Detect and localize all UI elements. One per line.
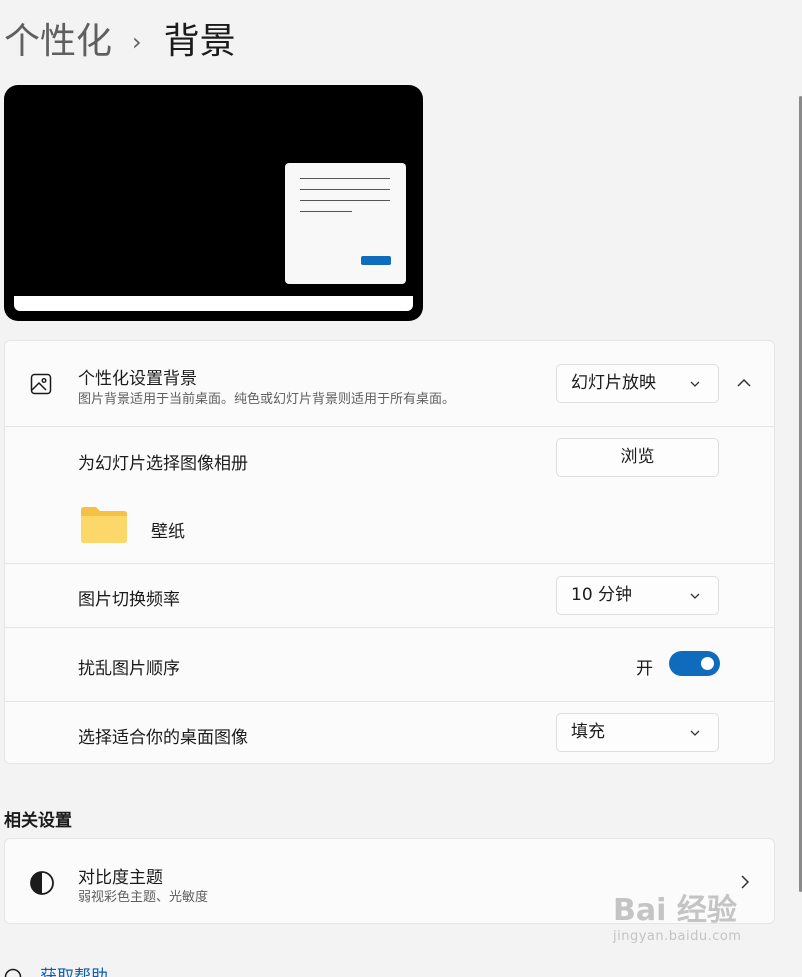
shuffle-state-text: 开 bbox=[636, 659, 653, 679]
desktop-preview bbox=[4, 85, 423, 321]
interval-label: 图片切换频率 bbox=[78, 590, 180, 610]
album-row: 为幻灯片选择图像相册 浏览 壁纸 bbox=[5, 426, 774, 563]
personalize-background-title: 个性化设置背景 bbox=[78, 369, 197, 389]
chevron-down-icon bbox=[690, 730, 700, 736]
preview-window-line bbox=[300, 211, 352, 212]
preview-window-button bbox=[361, 256, 391, 265]
shuffle-label: 扰乱图片顺序 bbox=[78, 659, 180, 679]
preview-window bbox=[285, 163, 406, 284]
get-help-label: 获取帮助 bbox=[40, 967, 108, 977]
chevron-down-icon bbox=[690, 381, 700, 387]
page-title: 背景 bbox=[163, 21, 236, 62]
album-label: 为幻灯片选择图像相册 bbox=[78, 454, 248, 474]
image-icon bbox=[29, 372, 53, 396]
interval-value: 10 分钟 bbox=[571, 585, 633, 605]
chevron-up-icon[interactable] bbox=[736, 375, 752, 391]
fit-label: 选择适合你的桌面图像 bbox=[78, 728, 248, 748]
watermark-main: Bai 经验 bbox=[613, 893, 737, 928]
preview-window-line bbox=[300, 200, 390, 201]
personalize-background-description: 图片背景适用于当前桌面。纯色或幻灯片背景则适用于所有桌面。 bbox=[78, 392, 456, 407]
preview-window-line bbox=[300, 178, 390, 179]
interval-row: 图片切换频率 10 分钟 bbox=[5, 563, 774, 627]
contrast-themes-title: 对比度主题 bbox=[78, 868, 163, 888]
preview-window-line bbox=[300, 189, 390, 190]
contrast-icon bbox=[29, 870, 54, 895]
background-settings-card: 个性化设置背景 图片背景适用于当前桌面。纯色或幻灯片背景则适用于所有桌面。 幻灯… bbox=[4, 340, 775, 764]
watermark-sub: jingyan.baidu.com bbox=[613, 929, 742, 944]
baidu-watermark: Bai 经验 jingyan.baidu.com bbox=[613, 885, 741, 944]
chevron-down-icon bbox=[690, 593, 700, 599]
toggle-knob bbox=[701, 657, 714, 670]
help-icon bbox=[4, 968, 22, 977]
background-type-value: 幻灯片放映 bbox=[571, 373, 656, 393]
fit-value: 填充 bbox=[571, 722, 605, 742]
contrast-themes-subtitle: 弱视彩色主题、光敏度 bbox=[78, 890, 209, 905]
interval-dropdown[interactable]: 10 分钟 bbox=[556, 576, 719, 615]
background-type-dropdown[interactable]: 幻灯片放映 bbox=[556, 364, 719, 403]
breadcrumb-parent[interactable]: 个性化 bbox=[4, 18, 112, 66]
preview-taskbar bbox=[14, 296, 413, 311]
folder-name[interactable]: 壁纸 bbox=[151, 517, 185, 542]
fit-row: 选择适合你的桌面图像 填充 bbox=[5, 701, 774, 765]
fit-dropdown[interactable]: 填充 bbox=[556, 713, 719, 752]
breadcrumb: 个性化 › 背景 bbox=[4, 18, 236, 66]
browse-button[interactable]: 浏览 bbox=[556, 438, 719, 477]
shuffle-toggle[interactable] bbox=[669, 651, 720, 676]
shuffle-row: 扰乱图片顺序 开 bbox=[5, 627, 774, 701]
get-help-link[interactable]: 获取帮助 bbox=[4, 962, 108, 977]
preview-screen bbox=[14, 95, 413, 311]
breadcrumb-separator-icon: › bbox=[132, 28, 142, 56]
folder-icon bbox=[80, 506, 128, 544]
related-settings-heading: 相关设置 bbox=[4, 811, 72, 831]
personalize-background-row[interactable]: 个性化设置背景 图片背景适用于当前桌面。纯色或幻灯片背景则适用于所有桌面。 幻灯… bbox=[5, 341, 774, 426]
